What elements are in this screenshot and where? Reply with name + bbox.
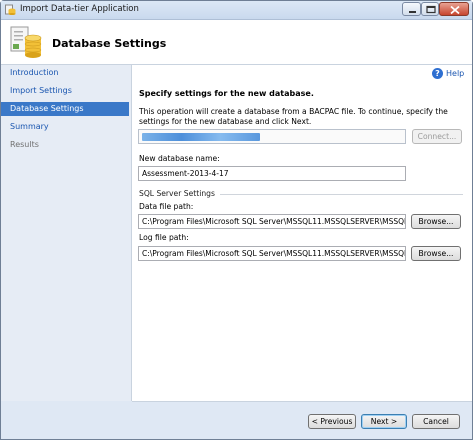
step-database-settings[interactable]: Database Settings — [1, 102, 129, 116]
step-label: Results — [10, 140, 39, 149]
step-summary[interactable]: Summary — [1, 120, 129, 134]
help-icon: ? — [432, 68, 443, 79]
app-icon — [5, 4, 16, 15]
main-panel: ? Help Specify settings for the new data… — [132, 65, 472, 401]
maximize-button[interactable] — [421, 2, 439, 16]
minimize-icon — [409, 11, 416, 13]
close-icon — [450, 5, 460, 15]
section-description: This operation will create a database fr… — [139, 107, 448, 126]
data-file-path-label: Data file path: — [139, 202, 194, 211]
step-introduction[interactable]: Introduction — [1, 66, 129, 80]
connect-button[interactable]: Connect... — [412, 129, 462, 144]
step-label: Summary — [10, 122, 49, 131]
step-label: Introduction — [10, 68, 59, 77]
log-file-path-label: Log file path: — [139, 233, 189, 242]
minimize-button[interactable] — [402, 2, 421, 16]
dialog-footer: < Previous Next > Cancel — [1, 401, 472, 439]
step-label: Database Settings — [10, 104, 84, 113]
data-file-path-input[interactable]: C:\Program Files\Microsoft SQL Server\MS… — [138, 214, 406, 229]
log-file-path-input[interactable]: C:\Program Files\Microsoft SQL Server\MS… — [138, 246, 406, 261]
new-database-name-label: New database name: — [139, 154, 220, 163]
window-title: Import Data-tier Application — [20, 4, 139, 14]
step-import-settings[interactable]: Import Settings — [1, 84, 129, 98]
data-file-browse-button[interactable]: Browse... — [411, 214, 461, 229]
cancel-button[interactable]: Cancel — [412, 414, 460, 429]
next-button[interactable]: Next > — [361, 414, 407, 429]
previous-button[interactable]: < Previous — [308, 414, 356, 429]
new-database-name-input[interactable]: Assessment-2013-4-17 — [138, 166, 406, 181]
title-bar: Import Data-tier Application — [1, 1, 472, 20]
help-label: Help — [446, 69, 465, 78]
footer-divider — [132, 401, 472, 402]
wizard-steps: Introduction Import Settings Database Se… — [1, 65, 132, 401]
maximize-icon — [426, 5, 436, 14]
redacted-server-name — [142, 133, 260, 141]
sql-server-settings-label: SQL Server Settings — [139, 189, 215, 198]
database-settings-icon — [10, 26, 42, 58]
group-divider — [220, 194, 463, 195]
page-title: Database Settings — [52, 37, 167, 50]
log-file-browse-button[interactable]: Browse... — [411, 246, 461, 261]
dialog-window: Import Data-tier Application Database Se… — [0, 0, 473, 440]
step-results: Results — [1, 138, 129, 152]
section-heading: Specify settings for the new database. — [139, 89, 314, 98]
close-button[interactable] — [439, 2, 469, 16]
step-label: Import Settings — [10, 86, 72, 95]
page-header: Database Settings — [1, 20, 472, 65]
server-connection-field[interactable] — [138, 129, 406, 144]
